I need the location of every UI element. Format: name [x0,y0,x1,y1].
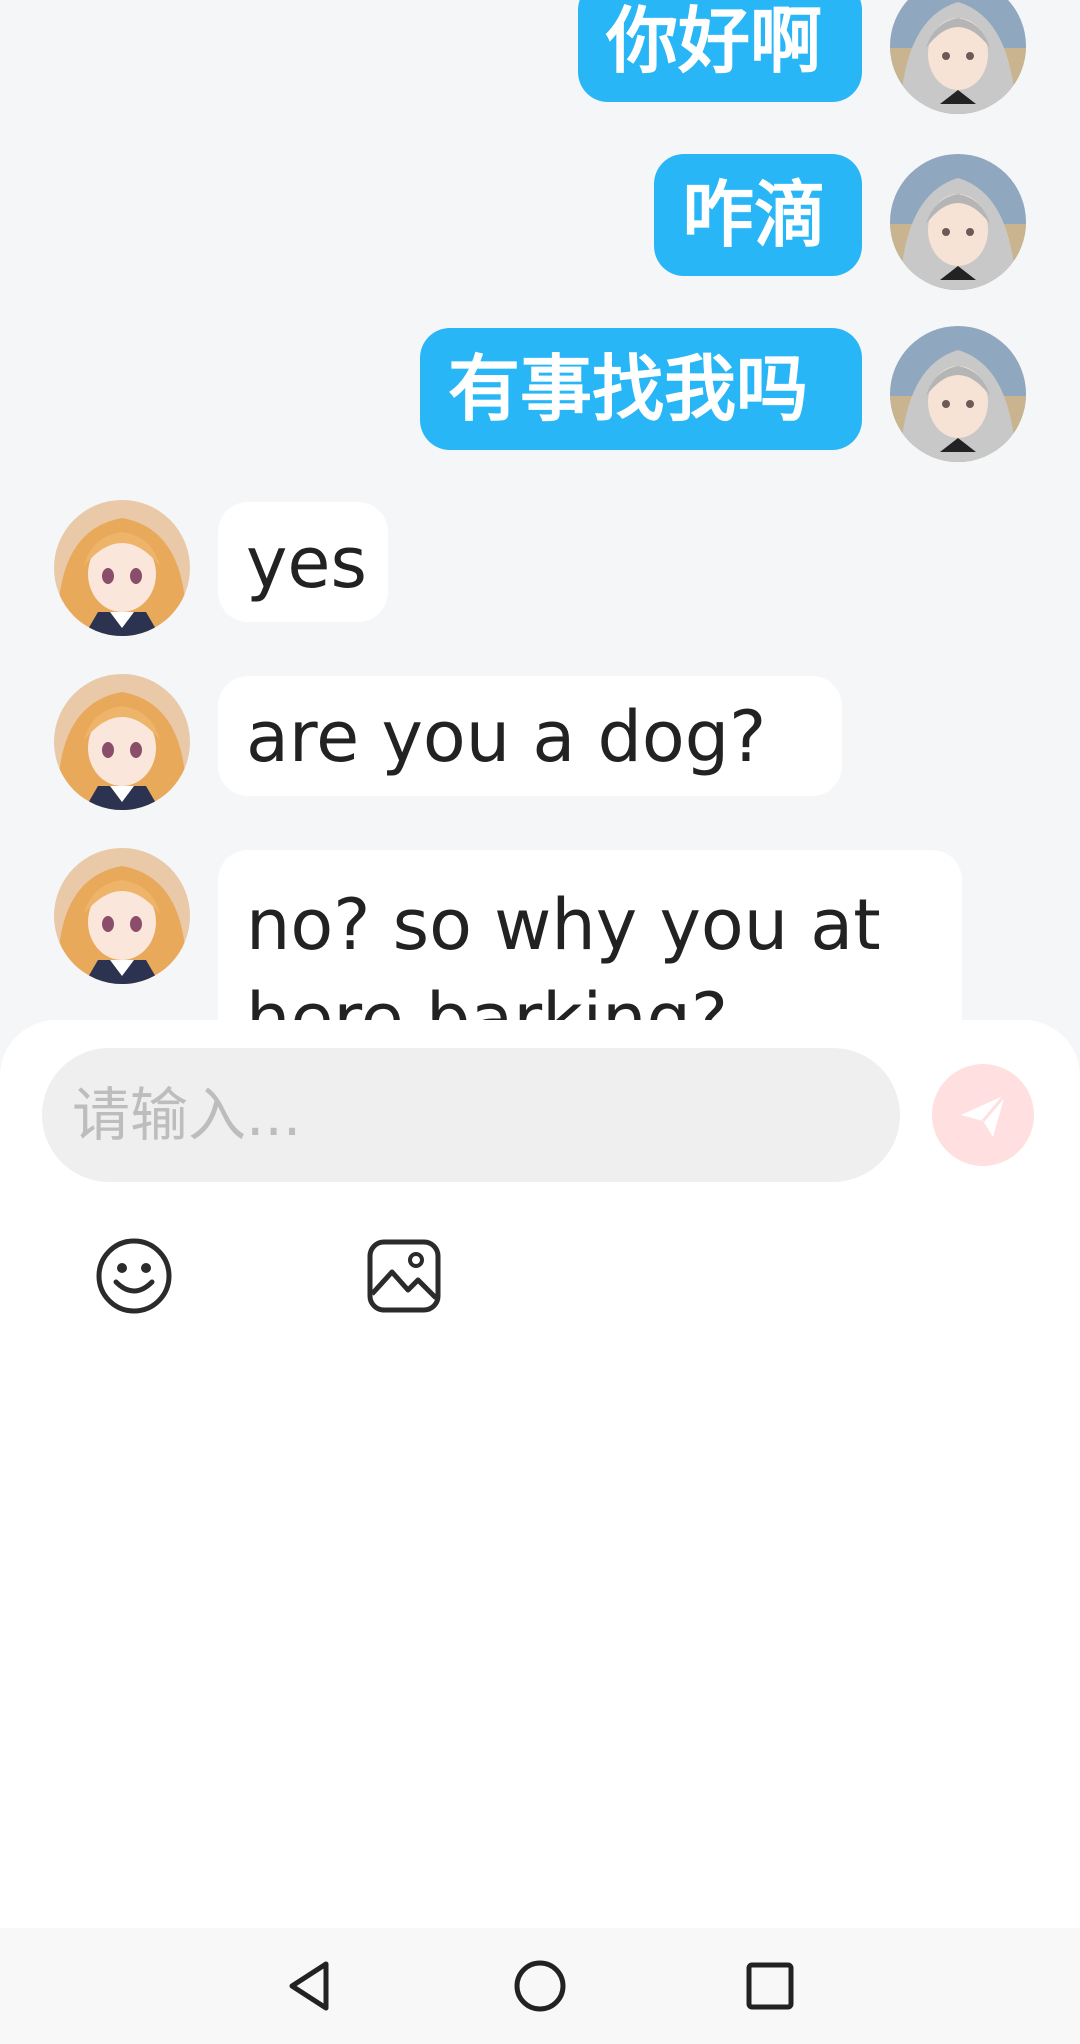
orange-hair-avatar [54,500,190,636]
contact-avatar[interactable] [54,848,190,984]
message-bubble-me[interactable]: 咋滴 [654,154,862,276]
back-button[interactable] [280,1956,340,2016]
home-button[interactable] [510,1956,570,2016]
my-avatar[interactable] [890,326,1026,462]
message-text: 你好啊 [606,0,823,83]
contact-avatar[interactable] [54,500,190,636]
message-text: are you a dog? [246,696,767,778]
composer-panel [0,1020,1080,2025]
message-input[interactable] [42,1048,900,1182]
emoji-button[interactable] [94,1236,174,1316]
image-icon [367,1239,441,1313]
silver-hair-avatar [890,0,1026,114]
send-button[interactable] [932,1064,1034,1166]
my-avatar[interactable] [890,154,1026,290]
system-nav-bar [0,1928,1080,2044]
home-circle-icon [514,1960,566,2012]
silver-hair-avatar [890,326,1026,462]
message-bubble-them[interactable]: are you a dog? [218,676,842,796]
message-bubble-me[interactable]: 有事找我吗 [420,328,862,450]
message-text: 有事找我吗 [448,347,809,431]
message-bubble-them[interactable]: yes [218,502,388,622]
orange-hair-avatar [54,848,190,984]
silver-hair-avatar [890,154,1026,290]
chat-area: 你好啊 咋滴 有事找我吗 yes are you a dog? no? so w… [0,0,1080,1040]
recents-square-icon [746,1962,794,2010]
contact-avatar[interactable] [54,674,190,810]
message-text: 咋滴 [682,173,827,257]
message-text: no? so why you at here barking? [246,884,881,1040]
message-bubble-me[interactable]: 你好啊 [578,0,862,102]
recents-button[interactable] [740,1956,800,2016]
image-button[interactable] [364,1236,444,1316]
back-triangle-icon [289,1961,329,2011]
my-avatar[interactable] [890,0,1026,114]
orange-hair-avatar [54,674,190,810]
paper-plane-icon [961,1094,1007,1137]
message-bubble-them[interactable]: no? so why you at here barking? [218,850,962,1040]
message-text: yes [246,522,367,604]
smiley-icon [96,1238,172,1314]
